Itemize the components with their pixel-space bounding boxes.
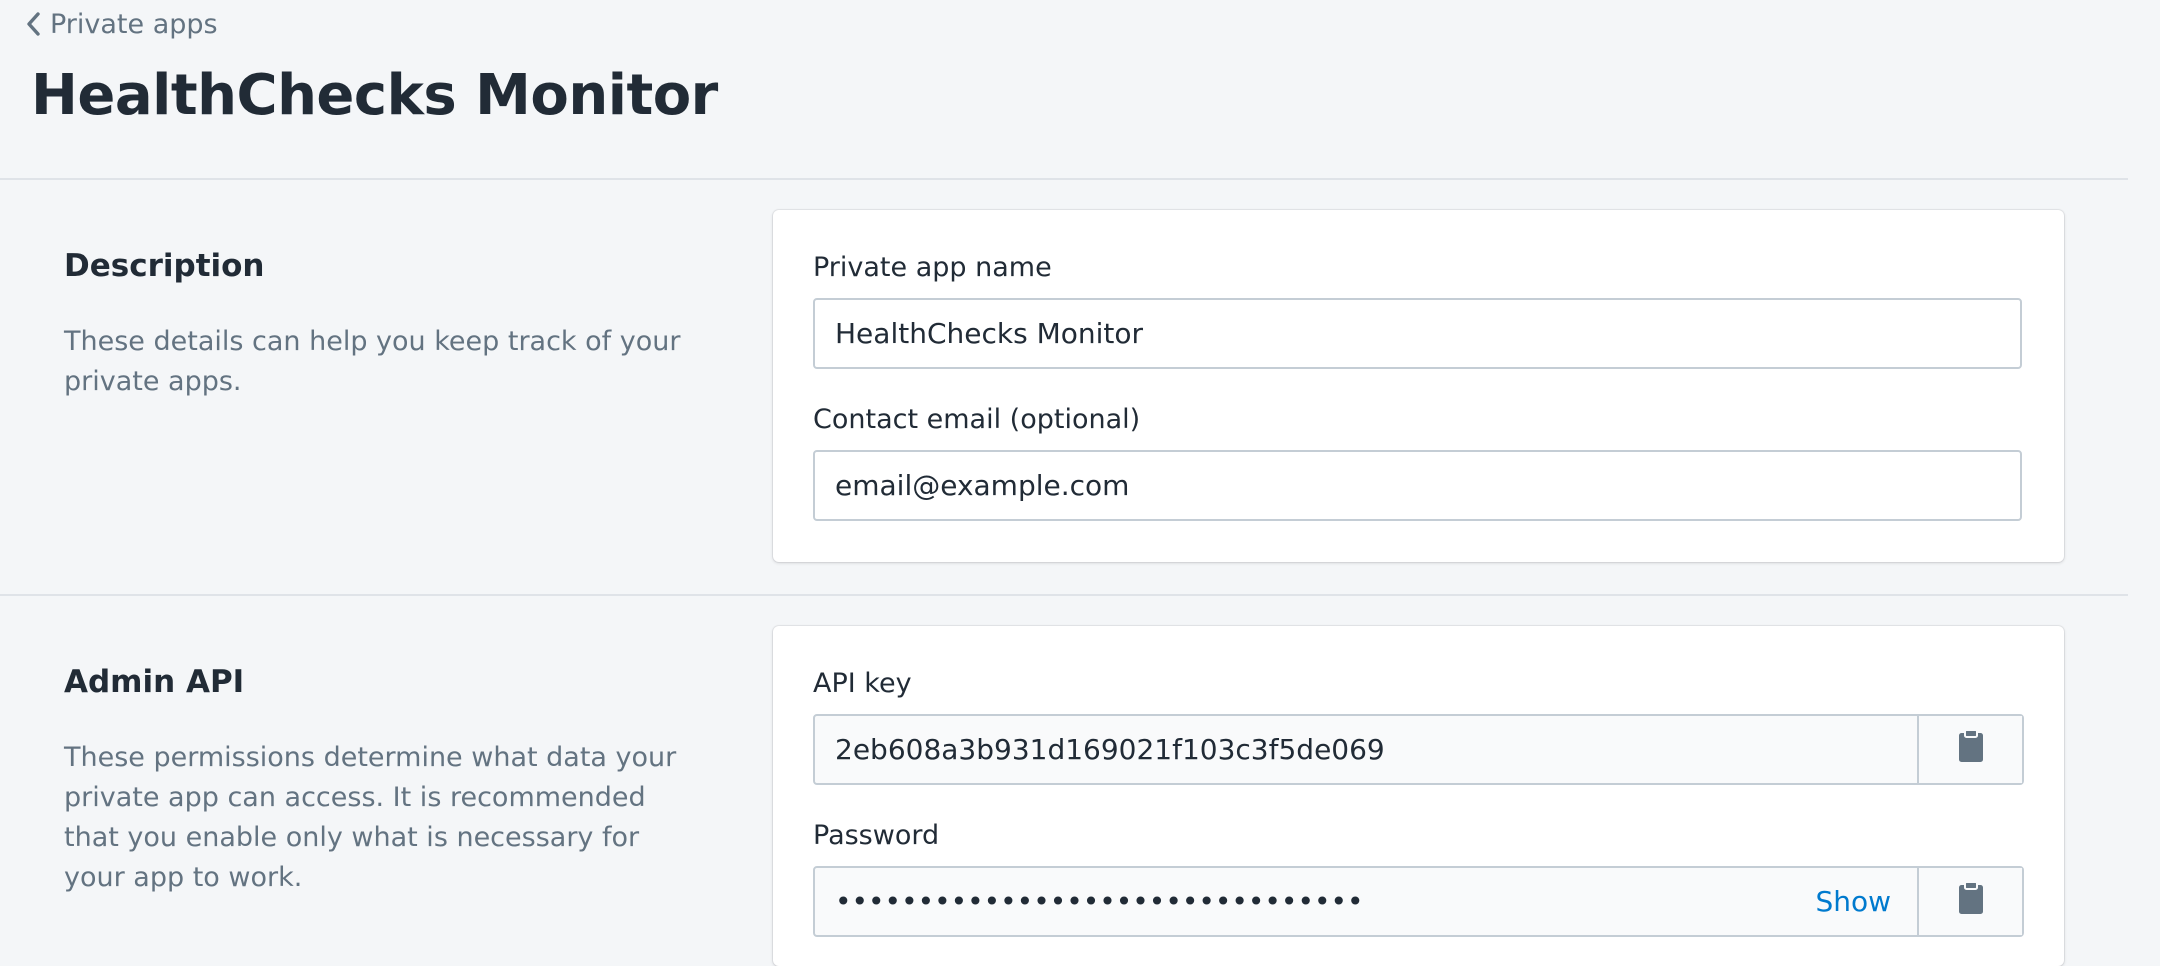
chevron-left-icon (26, 12, 40, 36)
description-text: These details can help you keep track of… (64, 326, 681, 397)
password-value-box[interactable]: •••••••••••••••••••••••••••••••• Show (815, 868, 1917, 935)
password-field[interactable]: •••••••••••••••••••••••••••••••• Show (813, 866, 2024, 937)
page-title: HealthChecks Monitor (31, 63, 718, 128)
copy-api-key-button[interactable] (1917, 716, 2022, 783)
contact-email-input[interactable]: email@example.com (813, 450, 2022, 521)
api-key-field[interactable]: 2eb608a3b931d169021f103c3f5de069 (813, 714, 2024, 785)
admin-api-card: API key 2eb608a3b931d169021f103c3f5de069… (773, 626, 2064, 966)
copy-password-button[interactable] (1917, 868, 2022, 935)
contact-email-label: Contact email (optional) (813, 404, 1141, 435)
clipboard-icon (1958, 881, 1984, 922)
section-divider (0, 594, 2128, 596)
api-key-value: 2eb608a3b931d169021f103c3f5de069 (835, 733, 1385, 766)
api-key-label: API key (813, 668, 912, 699)
admin-api-text: These permissions determine what data yo… (64, 742, 677, 893)
password-label: Password (813, 820, 940, 851)
description-card: Private app name HealthChecks Monitor Co… (773, 210, 2064, 562)
description-heading: Description (64, 248, 265, 284)
admin-api-heading: Admin API (64, 664, 245, 700)
app-name-label: Private app name (813, 252, 1052, 283)
password-mask: •••••••••••••••••••••••••••••••• (835, 885, 1364, 918)
breadcrumb-label: Private apps (50, 8, 218, 40)
api-key-value-box[interactable]: 2eb608a3b931d169021f103c3f5de069 (815, 716, 1917, 783)
contact-email-value: email@example.com (835, 469, 1130, 502)
show-password-link[interactable]: Show (1815, 885, 1891, 918)
section-divider (0, 178, 2128, 180)
breadcrumb-private-apps[interactable]: Private apps (26, 6, 218, 42)
app-name-input[interactable]: HealthChecks Monitor (813, 298, 2022, 369)
clipboard-icon (1958, 729, 1984, 770)
app-name-value: HealthChecks Monitor (835, 317, 1143, 350)
